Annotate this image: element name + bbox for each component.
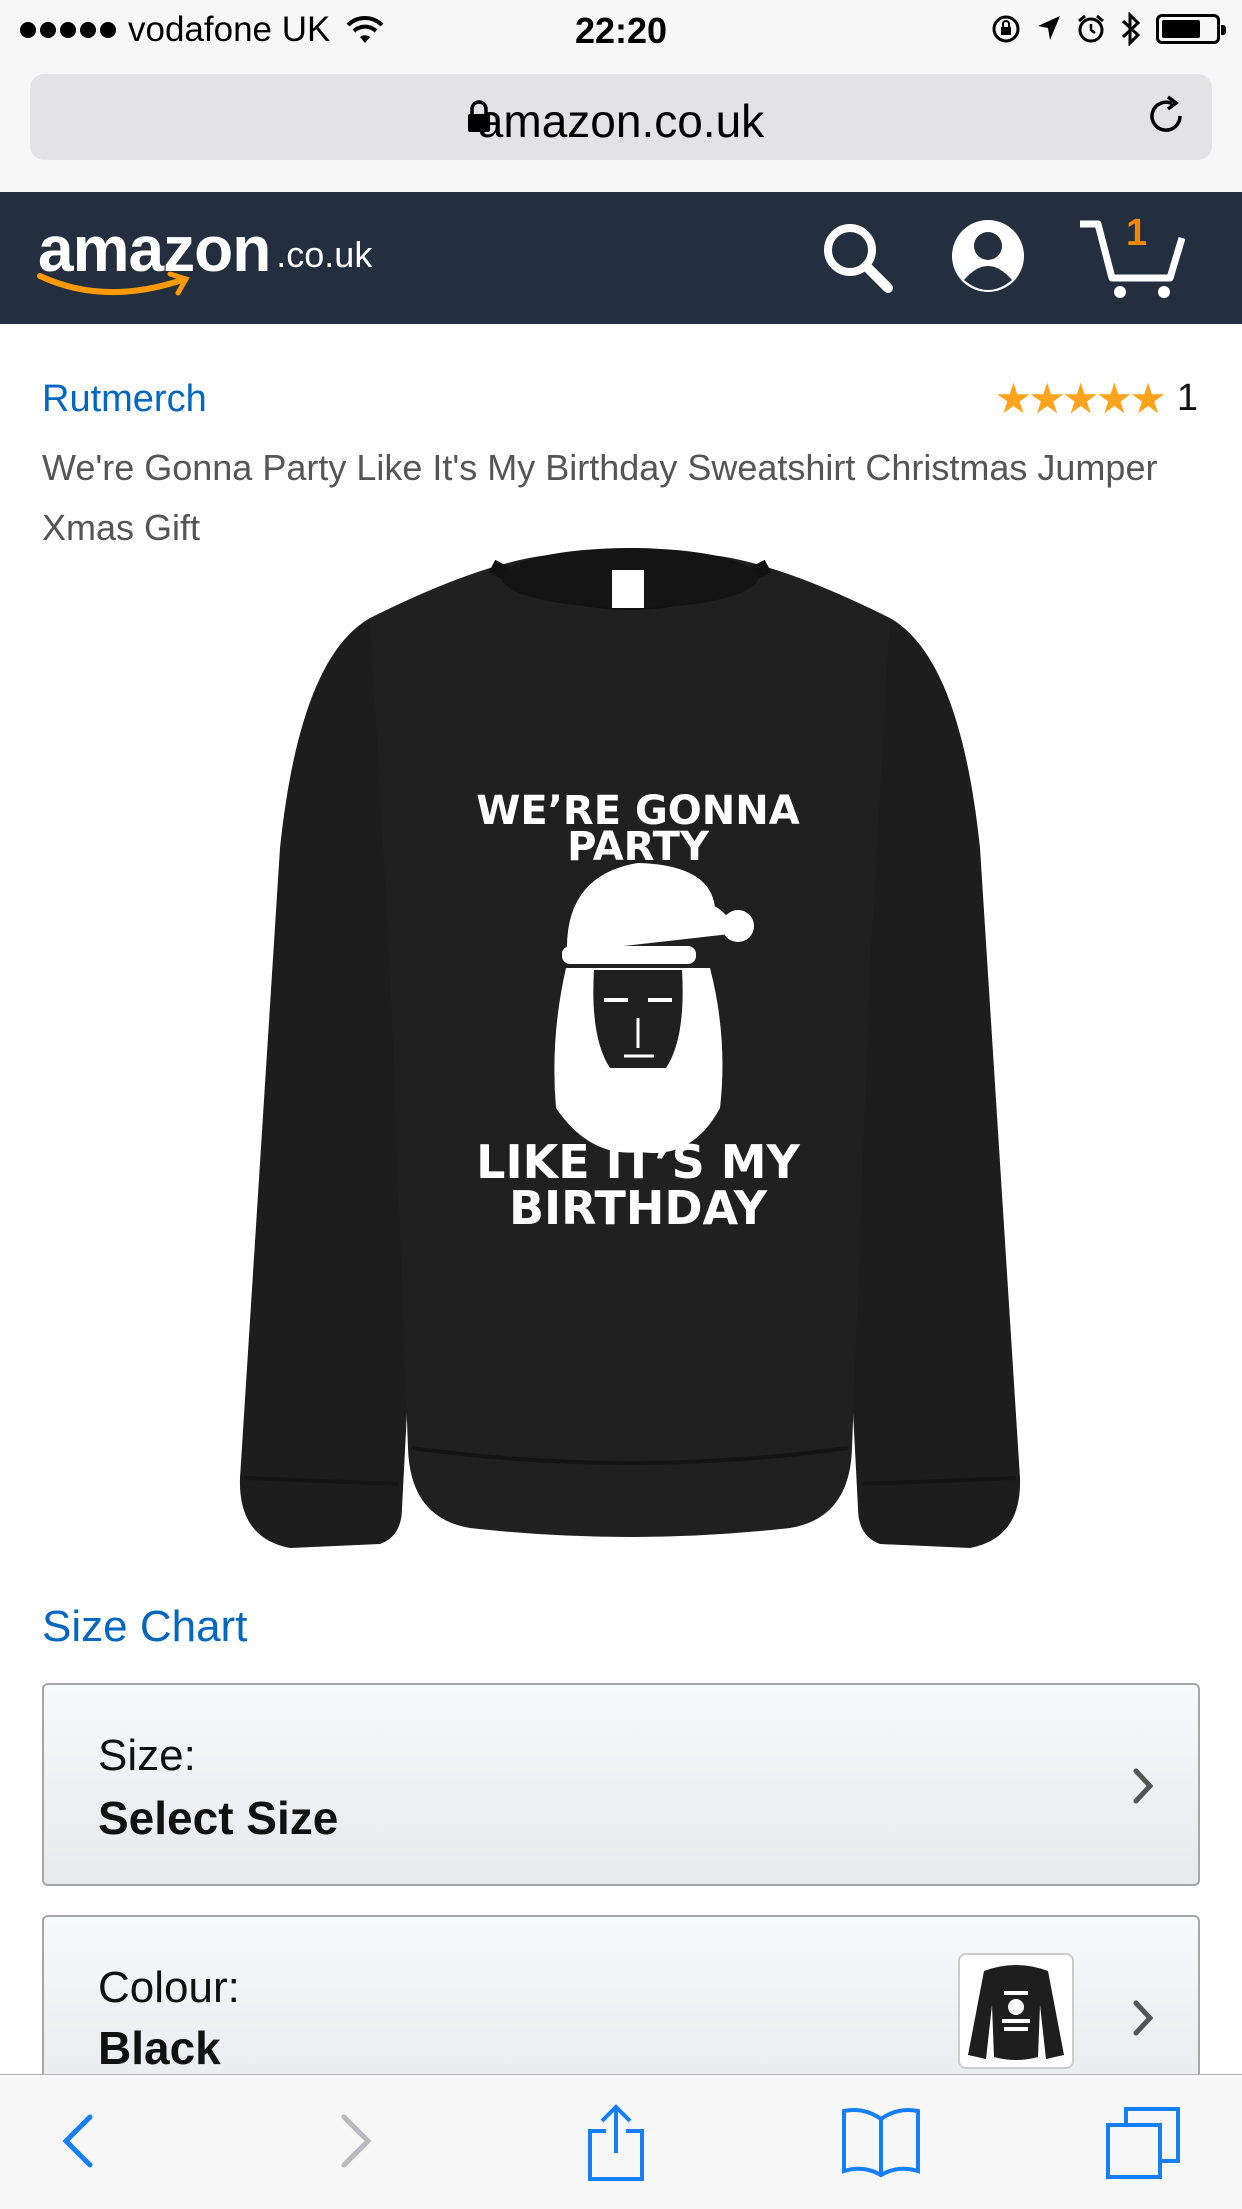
- alarm-icon: [1078, 14, 1104, 43]
- cart-button[interactable]: 1: [1078, 212, 1188, 304]
- browser-address-area: amazon.co.uk: [0, 62, 1242, 192]
- colour-swatch-thumbnail: [958, 1953, 1074, 2069]
- print-line-4: BIRTHDAY: [509, 1181, 768, 1235]
- status-bar: vodafone UK 22:20: [0, 0, 1242, 62]
- size-label: Size:: [98, 1731, 196, 1780]
- colour-label: Colour:: [98, 1963, 240, 2012]
- rotation-lock-icon: [992, 15, 1020, 43]
- chevron-right-icon: [1133, 2000, 1154, 2036]
- forward-icon[interactable]: [330, 2103, 378, 2179]
- status-right: [990, 12, 1226, 46]
- chevron-right-icon: [1133, 1768, 1154, 1804]
- battery-icon: [1156, 14, 1226, 44]
- size-value: Select Size: [98, 1792, 339, 1844]
- amazon-smile-icon: [37, 271, 190, 296]
- account-icon[interactable]: [948, 216, 1028, 296]
- star-rating-icon: ★★★★★: [994, 375, 1167, 422]
- reload-icon[interactable]: [1142, 92, 1190, 140]
- share-icon[interactable]: [584, 2103, 648, 2183]
- location-icon: [1038, 16, 1060, 40]
- product-rating[interactable]: ★★★★★ 1: [995, 374, 1198, 423]
- rating-count: 1: [1176, 377, 1198, 419]
- product-title: We're Gonna Party Like It's My Birthday …: [42, 447, 1158, 548]
- bookmarks-icon[interactable]: [840, 2103, 922, 2179]
- size-chart-link[interactable]: Size Chart: [42, 1602, 247, 1652]
- url-text: amazon.co.uk: [477, 95, 765, 147]
- brand-link[interactable]: Rutmerch: [42, 378, 207, 421]
- bluetooth-icon: [1121, 12, 1141, 46]
- product-image[interactable]: WE’RE GONNA PARTY LIKE IT’S MY BIRTHDAY: [230, 548, 1030, 1560]
- address-bar[interactable]: amazon.co.uk: [30, 74, 1212, 160]
- colour-value: Black: [98, 2022, 221, 2074]
- search-icon[interactable]: [818, 218, 898, 298]
- logo-tld: .co.uk: [276, 234, 373, 275]
- tabs-icon[interactable]: [1104, 2103, 1184, 2183]
- amazon-header: amazon .co.uk 1: [0, 192, 1242, 324]
- back-icon[interactable]: [56, 2103, 104, 2179]
- cart-count-badge: 1: [1126, 212, 1148, 254]
- size-selector[interactable]: Size: Select Size: [42, 1683, 1200, 1886]
- browser-toolbar: [0, 2074, 1242, 2209]
